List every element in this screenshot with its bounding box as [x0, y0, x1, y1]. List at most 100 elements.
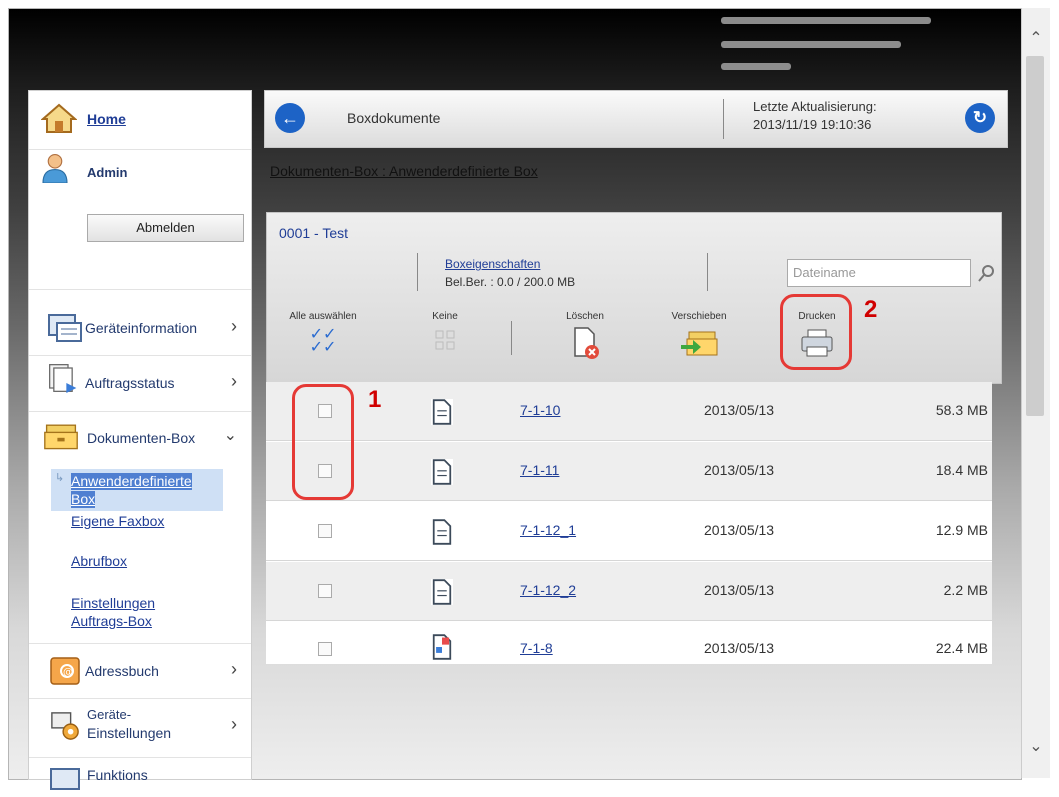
document-icon: [431, 579, 453, 605]
arrow-right-icon: ↳: [55, 472, 65, 484]
logout-button[interactable]: Abmelden: [87, 214, 244, 242]
vertical-scrollbar[interactable]: ⌃ ⌄: [1021, 8, 1050, 778]
sidebar-subitem-label: Box: [71, 491, 96, 508]
user-name: Admin: [87, 165, 128, 180]
table-row[interactable]: 7-1-12_1 2013/05/13 12.9 MB: [266, 502, 992, 561]
select-none-button[interactable]: Keine: [417, 311, 473, 355]
document-icon: [431, 459, 453, 485]
sidebar-user: Admin Abmelden: [29, 149, 251, 290]
job-status-icon: [49, 364, 77, 393]
chevron-right-icon: ›: [231, 371, 237, 391]
image-document-icon: [431, 634, 453, 660]
file-name-link[interactable]: 7-1-12_1: [520, 522, 576, 538]
select-none-icon: [435, 330, 455, 350]
filename-search-input[interactable]: Dateiname: [787, 259, 971, 287]
box-properties-link[interactable]: Boxeigenschaften: [445, 257, 540, 271]
page-title: Boxdokumente: [347, 110, 441, 126]
chevron-right-icon: ›: [231, 316, 237, 336]
sidebar-item-functions[interactable]: Funktions: [29, 757, 251, 790]
user-avatar-icon: [42, 153, 68, 183]
document-icon: [431, 519, 453, 545]
sidebar-item-label: Geräte-: [87, 707, 132, 722]
document-icon: [431, 399, 453, 425]
row-checkbox[interactable]: [318, 642, 332, 656]
file-size: 2.2 MB: [943, 582, 988, 598]
sidebar-subitem-job-box-settings[interactable]: Einstellungen: [71, 595, 155, 612]
table-row[interactable]: 7-1-8 2013/05/13 22.4 MB: [266, 622, 992, 664]
move-label: Verschieben: [671, 311, 727, 322]
file-name-link[interactable]: 7-1-8: [520, 640, 553, 656]
function-icon: [50, 768, 80, 790]
file-name-link[interactable]: 7-1-10: [520, 402, 560, 418]
print-highlight-ring: [780, 294, 852, 370]
sidebar-item-device-info[interactable]: Geräteinformation ›: [29, 301, 251, 356]
chevron-right-icon: ›: [231, 659, 237, 679]
sidebar-item-label: Funktions: [87, 767, 148, 783]
annotation-number-2: 2: [864, 296, 878, 323]
blurred-header-text: [721, 63, 791, 70]
sidebar: Home Admin Abmelden Geräteinformation › …: [28, 90, 252, 790]
file-name-link[interactable]: 7-1-11: [520, 462, 559, 478]
scroll-up-icon[interactable]: ⌃: [1022, 26, 1050, 52]
file-size: 18.4 MB: [935, 462, 988, 478]
header-bar: ← Boxdokumente Letzte Aktualisierung: 20…: [264, 90, 1008, 148]
file-date: 2013/05/13: [704, 402, 775, 418]
search-icon[interactable]: [977, 263, 997, 283]
panel-divider: [417, 253, 418, 291]
move-icon: [681, 331, 718, 356]
refresh-button[interactable]: ↻: [965, 103, 995, 133]
home-link[interactable]: Home: [87, 111, 126, 127]
last-update-value: 2013/11/19 19:10:36: [753, 117, 872, 132]
file-table: 7-1-10 2013/05/13 58.3 MB 7-1-11 2013/05…: [266, 382, 992, 664]
file-size: 58.3 MB: [935, 402, 988, 418]
back-button[interactable]: ←: [275, 103, 305, 133]
scroll-thumb[interactable]: [1026, 56, 1044, 416]
chevron-right-icon: ›: [231, 714, 237, 734]
file-size: 12.9 MB: [935, 522, 988, 538]
file-size: 22.4 MB: [935, 640, 988, 656]
file-name-link[interactable]: 7-1-12_2: [520, 582, 576, 598]
scroll-down-icon[interactable]: ⌄: [1022, 734, 1050, 760]
sidebar-item-label: Einstellungen: [87, 725, 172, 741]
sidebar-item-device-settings[interactable]: Geräte- Einstellungen ›: [29, 697, 251, 758]
select-all-label: Alle auswählen: [289, 311, 357, 322]
box-panel: 0001 - Test Boxeigenschaften Bel.Ber. : …: [266, 212, 1002, 384]
row-checkbox[interactable]: [318, 584, 332, 598]
last-update-label: Letzte Aktualisierung:: [753, 99, 877, 114]
sidebar-subitem-custom-box[interactable]: ↳ Anwenderdefinierte Box: [51, 469, 223, 511]
blurred-header-text: [721, 17, 931, 24]
sidebar-item-address-book[interactable]: @ Adressbuch ›: [29, 643, 251, 699]
select-none-label: Keine: [432, 311, 458, 322]
sidebar-item-label: Dokumenten-Box: [87, 430, 196, 446]
file-date: 2013/05/13: [704, 462, 775, 478]
panel-divider: [707, 253, 708, 291]
annotation-number-1: 1: [368, 386, 382, 413]
move-button[interactable]: Verschieben: [661, 311, 737, 361]
sidebar-subitem-label: Anwenderdefinierte: [71, 473, 192, 490]
sidebar-item-document-box[interactable]: Dokumenten-Box ⌄: [29, 411, 251, 463]
table-row[interactable]: 7-1-11 2013/05/13 18.4 MB: [266, 442, 992, 501]
breadcrumb[interactable]: Dokumenten-Box : Anwenderdefinierte Box: [270, 163, 538, 179]
sidebar-subitem-polling-box[interactable]: Abrufbox: [71, 553, 127, 570]
table-row[interactable]: 7-1-12_2 2013/05/13 2.2 MB: [266, 562, 992, 621]
delete-icon: [574, 327, 599, 359]
sidebar-item-label: Geräteinformation: [85, 320, 198, 336]
delete-label: Löschen: [566, 311, 604, 322]
sidebar-item-label: Adressbuch: [85, 663, 159, 679]
sidebar-item-job-status[interactable]: Auftragsstatus ›: [29, 355, 251, 412]
toolbar-divider: [511, 321, 512, 355]
select-all-icon: ✓✓ ✓✓: [309, 326, 337, 356]
select-all-button[interactable]: Alle auswählen ✓✓ ✓✓: [281, 311, 365, 356]
delete-button[interactable]: Löschen: [555, 311, 615, 363]
sidebar-subitem-job-box-settings-2[interactable]: Auftrags-Box: [71, 613, 152, 630]
device-info-icon: [48, 314, 82, 342]
file-date: 2013/05/13: [704, 582, 775, 598]
sidebar-home[interactable]: Home: [29, 91, 251, 150]
box-name: 0001 - Test: [279, 225, 349, 241]
file-date: 2013/05/13: [704, 640, 775, 656]
sidebar-subitem-fax-box[interactable]: Eigene Faxbox: [71, 513, 164, 530]
sidebar-item-label: Auftragsstatus: [85, 375, 175, 391]
row-checkbox[interactable]: [318, 524, 332, 538]
checkbox-highlight-ring: [292, 384, 354, 500]
device-settings-icon: [51, 712, 79, 740]
